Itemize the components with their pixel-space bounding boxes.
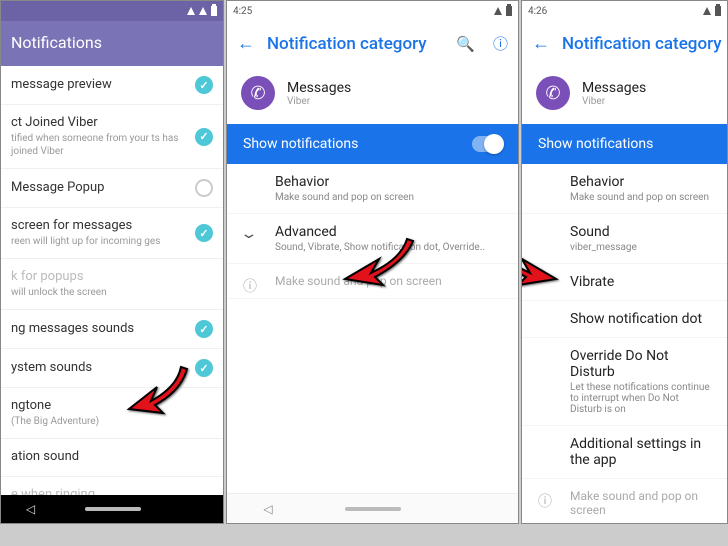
item-subtitle: reen will light up for incoming ges	[11, 235, 187, 248]
back-nav-icon[interactable]: ◁	[26, 502, 35, 516]
help-icon[interactable]: ⓘ	[487, 29, 514, 58]
item-title: k for popups	[11, 269, 213, 284]
battery-icon	[211, 6, 217, 16]
item-subtitle: Sound, Vibrate, Show notification dot, O…	[275, 242, 502, 253]
nav-bar: ◁ □	[227, 493, 518, 523]
item-title: Show notification dot	[570, 311, 711, 327]
item-title: Behavior	[570, 174, 711, 190]
settings-item[interactable]: screen for messages reen will light up fo…	[1, 208, 223, 259]
item-subtitle: viber_message	[570, 242, 711, 253]
page-title: Notification category	[562, 34, 723, 54]
settings-item[interactable]: Vibrate	[522, 264, 727, 301]
item-title: message preview	[11, 77, 187, 92]
item-title: Sound	[570, 224, 711, 240]
item-title: ng messages sounds	[11, 321, 187, 336]
clock: 4:26	[528, 6, 547, 17]
settings-item[interactable]: Behavior Make sound and pop on screen	[227, 164, 518, 214]
item-subtitle: Let these notifications continue to inte…	[570, 382, 711, 415]
settings-item[interactable]: Advanced Sound, Vibrate, Show notificatio…	[227, 214, 518, 264]
checkbox-on-icon[interactable]	[195, 320, 213, 338]
show-notifications-row[interactable]: Show notifications	[227, 124, 518, 164]
settings-item[interactable]: Sound viber_message	[522, 214, 727, 264]
settings-item[interactable]: message preview	[1, 66, 223, 105]
item-title: Advanced	[275, 224, 502, 240]
battery-icon	[715, 6, 721, 16]
settings-item[interactable]: Additional settings in the app	[522, 426, 727, 479]
wifi-icon	[187, 7, 195, 15]
item-subtitle: will unlock the screen	[11, 286, 213, 299]
show-notifications-row[interactable]: Show notifications	[522, 124, 727, 164]
back-icon[interactable]: ←	[526, 29, 556, 58]
item-title: screen for messages	[11, 218, 187, 233]
back-nav-icon[interactable]: ◁	[263, 502, 272, 516]
item-subtitle: Make sound and pop on screen	[570, 192, 711, 203]
checkbox-on-icon[interactable]	[195, 359, 213, 377]
status-bar: 4:26	[522, 1, 727, 21]
show-notifications-label: Show notifications	[538, 136, 653, 152]
viber-app-icon: ✆	[241, 76, 275, 110]
signal-icon	[199, 7, 207, 15]
settings-item[interactable]: Show notification dot	[522, 301, 727, 338]
item-subtitle: Make sound and pop on screen	[275, 192, 502, 203]
show-notifications-label: Show notifications	[243, 136, 358, 152]
app-sub: Viber	[287, 96, 351, 107]
wifi-icon	[703, 7, 711, 15]
toggle-switch[interactable]	[472, 136, 502, 152]
item-title: ct Joined Viber	[11, 115, 187, 130]
settings-item[interactable]: Override Do Not DisturbLet these notific…	[522, 338, 727, 426]
item-subtitle: tified when someone from your ts has joi…	[11, 132, 187, 158]
info-item: Make sound and pop on screen	[522, 479, 727, 524]
settings-item[interactable]: Behavior Make sound and pop on screen	[522, 164, 727, 214]
app-name: Messages	[287, 80, 351, 96]
item-title: Behavior	[275, 174, 502, 190]
item-title: Make sound and pop on screen	[275, 274, 502, 288]
battery-icon	[506, 6, 512, 16]
search-icon[interactable]: 🔍	[450, 31, 481, 57]
home-nav-icon[interactable]	[345, 507, 401, 511]
app-sub: Viber	[582, 96, 646, 107]
settings-item[interactable]: ystem sounds	[1, 349, 223, 388]
status-bar: 4:25	[227, 1, 518, 21]
settings-item[interactable]: ng messages sounds	[1, 310, 223, 349]
settings-list: message preview ct Joined Viber tified whe…	[1, 66, 223, 515]
info-item: Make sound and pop on screen	[227, 264, 518, 299]
checkbox-on-icon[interactable]	[195, 76, 213, 94]
nav-bar: ◁ □	[1, 495, 223, 523]
wifi-icon	[494, 7, 502, 15]
checkbox-on-icon[interactable]	[195, 224, 213, 242]
viber-app-icon: ✆	[536, 76, 570, 110]
settings-item[interactable]: ation sound	[1, 439, 223, 477]
checkbox-on-icon[interactable]	[195, 128, 213, 146]
settings-item[interactable]: ngtone (The Big Adventure)	[1, 388, 223, 439]
item-title: Vibrate	[570, 274, 711, 290]
settings-item[interactable]: Message Popup	[1, 169, 223, 208]
clock: 4:25	[233, 6, 252, 17]
header: ← Notification category	[522, 21, 727, 66]
item-title: ystem sounds	[11, 360, 187, 375]
item-title: Override Do Not Disturb	[570, 348, 711, 380]
item-title: Message Popup	[11, 180, 187, 195]
app-name: Messages	[582, 80, 646, 96]
notification-category-expanded-panel: 4:26 ← Notification category ✆ Messages …	[521, 0, 728, 524]
item-title: ation sound	[11, 449, 213, 464]
checkbox-off-icon[interactable]	[195, 179, 213, 197]
notification-category-panel: 4:25 ← Notification category 🔍 ⓘ ✆ Messa…	[226, 0, 519, 524]
home-nav-icon[interactable]	[85, 507, 141, 511]
app-row[interactable]: ✆ Messages Viber	[522, 66, 727, 124]
back-icon[interactable]: ←	[231, 29, 261, 58]
status-bar	[1, 1, 223, 21]
app-row[interactable]: ✆ Messages Viber	[227, 66, 518, 124]
item-title: Additional settings in the app	[570, 436, 711, 468]
item-title: ngtone	[11, 398, 213, 413]
header: ← Notification category 🔍 ⓘ	[227, 21, 518, 66]
viber-notifications-panel: Notifications message preview ct Joined V…	[0, 0, 224, 524]
page-title: Notification category	[267, 34, 444, 54]
page-title: Notifications	[1, 21, 223, 66]
settings-item[interactable]: k for popups will unlock the screen	[1, 259, 223, 310]
item-title: Make sound and pop on screen	[570, 489, 711, 517]
settings-item[interactable]: ct Joined Viber tified when someone from …	[1, 105, 223, 169]
item-subtitle: (The Big Adventure)	[11, 415, 213, 428]
